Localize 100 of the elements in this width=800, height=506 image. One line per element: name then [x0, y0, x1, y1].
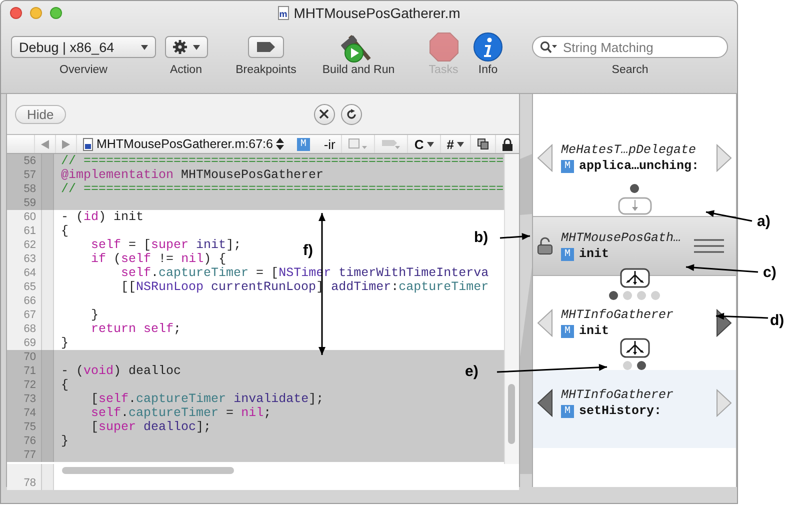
- line-number: 65: [22, 280, 37, 294]
- code-line: if (self != nil) {: [90, 252, 226, 266]
- caret-icon: [141, 44, 148, 50]
- scroll-thumb[interactable]: [508, 384, 515, 444]
- line-number: 78: [22, 476, 37, 490]
- flag-icon[interactable]: [381, 138, 402, 150]
- action-popup[interactable]: [164, 36, 208, 58]
- annotation-label: f): [303, 242, 313, 259]
- code-line: }: [90, 308, 99, 322]
- code-line: // ========================================================: [60, 154, 504, 168]
- class-name: MHTInfoGatherer: [561, 388, 675, 402]
- method-name: setHistory:: [579, 404, 662, 418]
- code-line: - (void) dealloc: [60, 364, 182, 378]
- line-number: 66: [22, 294, 37, 308]
- selected-stack-frame[interactable]: MHTMousePosGath… M init: [533, 216, 736, 276]
- page-dot[interactable]: [637, 291, 646, 300]
- fork-arrows-icon[interactable]: [620, 268, 650, 288]
- code-line: {: [60, 224, 69, 238]
- caret-icon: [192, 44, 200, 50]
- method-badge: M: [561, 248, 574, 260]
- line-number: 59: [22, 196, 37, 210]
- back-arrow-icon[interactable]: [41, 140, 50, 148]
- hide-button[interactable]: Hide: [15, 104, 66, 124]
- annotation-label: e): [465, 363, 478, 380]
- refresh-button[interactable]: [340, 104, 362, 124]
- line-number: 75: [22, 420, 37, 434]
- file-icon: [83, 138, 94, 150]
- menu-icon[interactable]: [694, 238, 724, 254]
- document-icon[interactable]: [348, 138, 368, 150]
- page-dot[interactable]: [630, 184, 639, 193]
- menu-label[interactable]: #: [446, 136, 454, 152]
- page-dot[interactable]: [623, 361, 632, 370]
- minimize-button[interactable]: [30, 7, 42, 19]
- toolbar-label: Info: [478, 64, 498, 76]
- line-number: 73: [22, 392, 37, 406]
- line-number: 67: [22, 308, 37, 322]
- code-line: }: [60, 434, 69, 448]
- search-icon: [540, 41, 558, 53]
- class-name: MeHatesT…pDelegate: [561, 143, 698, 157]
- method-name: init: [579, 324, 610, 338]
- method-badge: M: [561, 404, 574, 418]
- lock-icon[interactable]: [537, 237, 553, 255]
- line-number: 77: [22, 448, 37, 462]
- code-line: @implementation MHTMousePosGatherer: [60, 168, 324, 182]
- code-line: self = [super init];: [90, 238, 242, 252]
- page-dot[interactable]: [623, 291, 632, 300]
- toolbar-label: Breakpoints: [236, 64, 296, 76]
- code-line: - (id) init: [60, 210, 144, 224]
- page-dot[interactable]: [651, 291, 660, 300]
- line-number: 60: [22, 210, 37, 224]
- class-name: MHTMousePosGath…: [561, 231, 682, 245]
- window-title: MHTMousePosGatherer.m: [294, 5, 460, 21]
- page-dot[interactable]: [637, 361, 646, 370]
- close-button[interactable]: [314, 104, 335, 124]
- forward-arrow-icon[interactable]: [62, 140, 70, 148]
- left-arrow-icon[interactable]: [537, 389, 553, 417]
- refresh-icon: [346, 108, 357, 120]
- menu-label[interactable]: C: [414, 136, 424, 152]
- breakpoint-icon: [257, 42, 275, 52]
- method-badge: M: [561, 324, 574, 338]
- code-line: return self;: [90, 322, 182, 336]
- file-path-link[interactable]: MHTMousePosGatherer.m:67:6: [96, 137, 273, 151]
- file-icon: m: [278, 6, 289, 20]
- line-number: 71: [22, 364, 37, 378]
- fork-arrows-icon[interactable]: [620, 338, 650, 358]
- page-dot[interactable]: [609, 291, 618, 300]
- line-number: 61: [22, 224, 37, 238]
- annotation-label: d): [770, 312, 784, 329]
- caret-icon: [426, 142, 434, 146]
- stepper-icon[interactable]: [276, 138, 284, 150]
- method-name: applica…unching:: [579, 159, 700, 173]
- line-number: 56: [22, 154, 37, 168]
- search-field[interactable]: String Matching: [532, 36, 728, 58]
- scroll-thumb[interactable]: [62, 467, 234, 474]
- code-line: [super dealloc];: [90, 420, 212, 434]
- line-number: 76: [22, 434, 37, 448]
- scheme-popup[interactable]: Debug | x86_64: [11, 36, 156, 58]
- line-number: 64: [22, 266, 37, 280]
- copy-icon[interactable]: [477, 138, 489, 150]
- line-number: 68: [22, 322, 37, 336]
- breakpoints-button[interactable]: [248, 36, 284, 58]
- zoom-button[interactable]: [50, 7, 62, 19]
- gear-icon: [172, 40, 186, 54]
- close-icon: [319, 109, 330, 119]
- symbol-name[interactable]: -ir: [324, 136, 336, 152]
- code-line: {: [60, 378, 69, 392]
- line-number: 70: [22, 350, 37, 364]
- code-line: // ========================================================: [60, 182, 504, 196]
- method-name: init: [579, 247, 610, 261]
- annotation-arrow: [716, 312, 768, 320]
- code-line: [self.captureTimer invalidate];: [90, 392, 324, 406]
- annotation-label: b): [474, 229, 488, 246]
- toolbar-label: Build and Run: [322, 64, 395, 76]
- info-icon[interactable]: [473, 32, 503, 62]
- lock-icon[interactable]: [502, 138, 513, 150]
- annotation-arrow: [500, 233, 530, 240]
- line-number: 58: [22, 182, 37, 196]
- annotation-label: a): [757, 213, 770, 230]
- caret-icon: [457, 142, 464, 146]
- code-line: }: [60, 336, 69, 350]
